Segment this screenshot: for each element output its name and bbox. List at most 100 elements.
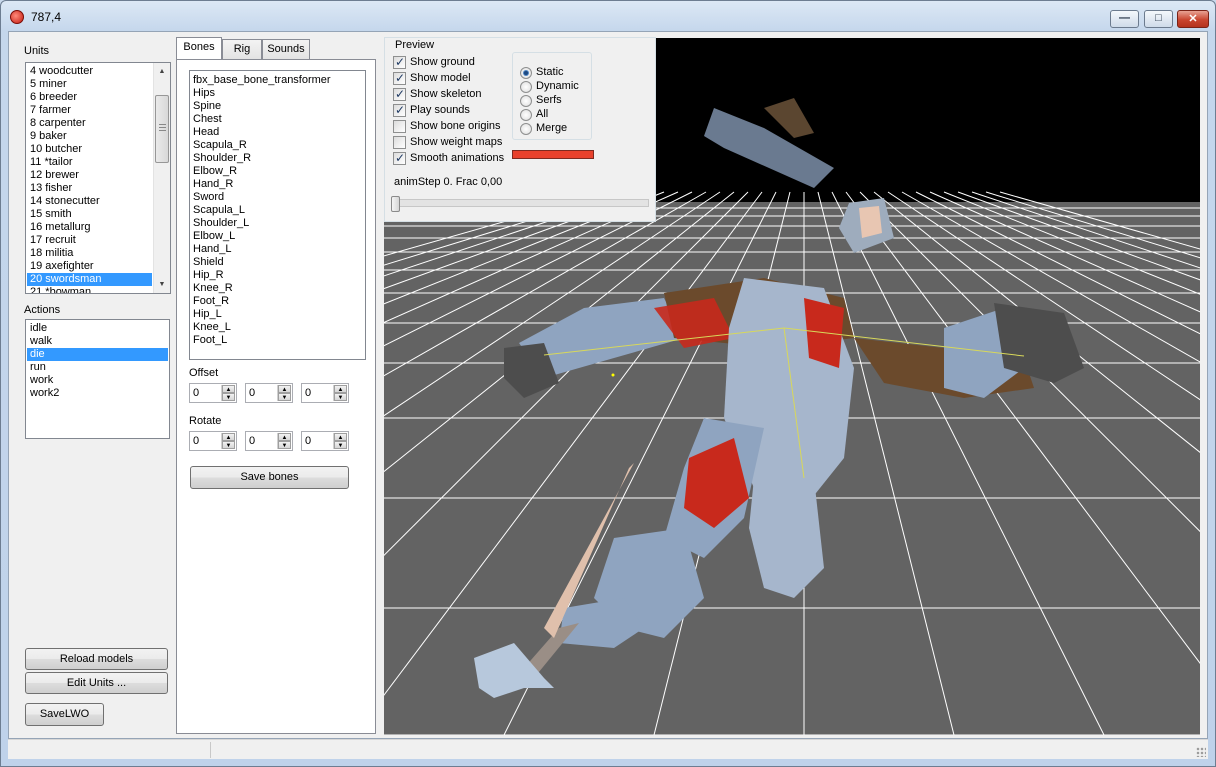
unit-list-item[interactable]: 21 *bowman bbox=[27, 286, 152, 293]
action-list-item[interactable]: walk bbox=[27, 335, 168, 348]
edit-units-button[interactable]: Edit Units ... bbox=[25, 672, 168, 694]
spin-up-icon[interactable]: ▲ bbox=[334, 385, 347, 393]
spin-down-icon[interactable]: ▼ bbox=[334, 441, 347, 449]
spin-down-icon[interactable]: ▼ bbox=[278, 393, 291, 401]
radio-icon[interactable] bbox=[520, 67, 532, 79]
team-color-swatch[interactable] bbox=[512, 150, 594, 159]
spin-up-icon[interactable]: ▲ bbox=[222, 385, 235, 393]
action-list-item[interactable]: idle bbox=[27, 322, 168, 335]
spin-down-icon[interactable]: ▼ bbox=[278, 441, 291, 449]
unit-list-item[interactable]: 6 breeder bbox=[27, 91, 152, 104]
action-list-item[interactable]: run bbox=[27, 361, 168, 374]
checkbox-icon[interactable] bbox=[393, 136, 406, 149]
scroll-down-icon[interactable]: ▼ bbox=[154, 276, 170, 293]
checkbox-label: Show ground bbox=[410, 56, 475, 68]
rotate-x-spinner[interactable]: 0 ▲ ▼ bbox=[189, 431, 237, 451]
save-bones-button[interactable]: Save bones bbox=[190, 466, 349, 489]
radio-icon[interactable] bbox=[520, 109, 532, 121]
radio-icon[interactable] bbox=[520, 95, 532, 107]
bone-list-item[interactable]: Elbow_L bbox=[190, 230, 364, 243]
bone-list-item[interactable]: Shoulder_L bbox=[190, 217, 364, 230]
unit-list-item[interactable]: 12 brewer bbox=[27, 169, 152, 182]
bone-list-item[interactable]: Foot_R bbox=[190, 295, 364, 308]
tab-rig[interactable]: Rig bbox=[222, 39, 262, 59]
checkbox-icon[interactable] bbox=[393, 71, 406, 85]
radio-label: Merge bbox=[536, 122, 568, 134]
bone-list-item[interactable]: Foot_L bbox=[190, 334, 364, 347]
scroll-up-icon[interactable]: ▲ bbox=[154, 63, 170, 80]
spin-up-icon[interactable]: ▲ bbox=[278, 433, 291, 441]
anim-step-slider[interactable] bbox=[391, 196, 649, 212]
bone-list-item[interactable]: Shoulder_R bbox=[190, 152, 364, 165]
offset-x-spinner[interactable]: 0 ▲ ▼ bbox=[189, 383, 237, 403]
action-list-item[interactable]: die bbox=[27, 348, 168, 361]
checkbox-icon[interactable] bbox=[393, 103, 406, 117]
bone-list-item[interactable]: Hip_L bbox=[190, 308, 364, 321]
checkbox-icon[interactable] bbox=[393, 151, 406, 165]
unit-list-item[interactable]: 13 fisher bbox=[27, 182, 152, 195]
actions-list[interactable]: idle walk die run work work2 bbox=[25, 319, 170, 439]
bone-list-item[interactable]: fbx_base_bone_transformer bbox=[190, 74, 364, 87]
bone-list-item[interactable]: Chest bbox=[190, 113, 364, 126]
unit-list-item[interactable]: 11 *tailor bbox=[27, 156, 152, 169]
scroll-thumb[interactable] bbox=[155, 95, 169, 163]
spin-down-icon[interactable]: ▼ bbox=[222, 441, 235, 449]
slider-thumb[interactable] bbox=[391, 196, 400, 212]
unit-list-item[interactable]: 20 swordsman bbox=[27, 273, 152, 286]
action-list-item[interactable]: work bbox=[27, 374, 168, 387]
action-list-item[interactable]: work2 bbox=[27, 387, 168, 400]
units-scrollbar[interactable]: ▲ ▼ bbox=[153, 63, 170, 293]
bone-list-item[interactable]: Hand_R bbox=[190, 178, 364, 191]
unit-list-item[interactable]: 10 butcher bbox=[27, 143, 152, 156]
rotate-y-spinner[interactable]: 0 ▲ ▼ bbox=[245, 431, 293, 451]
maximize-button[interactable]: □ bbox=[1144, 10, 1173, 28]
tab-sounds[interactable]: Sounds bbox=[262, 39, 310, 59]
unit-list-item[interactable]: 17 recruit bbox=[27, 234, 152, 247]
unit-list-item[interactable]: 15 smith bbox=[27, 208, 152, 221]
close-button[interactable]: ✕ bbox=[1177, 10, 1209, 28]
bone-list-item[interactable]: Scapula_R bbox=[190, 139, 364, 152]
spin-down-icon[interactable]: ▼ bbox=[334, 393, 347, 401]
unit-list-item[interactable]: 5 miner bbox=[27, 78, 152, 91]
bone-list-item[interactable]: Hand_L bbox=[190, 243, 364, 256]
bones-list[interactable]: fbx_base_bone_transformer Hips Spine Chest H… bbox=[189, 70, 366, 360]
actions-label: Actions bbox=[24, 304, 61, 316]
bone-list-item[interactable]: Knee_R bbox=[190, 282, 364, 295]
bone-list-item[interactable]: Head bbox=[190, 126, 364, 139]
unit-list-item[interactable]: 4 woodcutter bbox=[27, 65, 152, 78]
reload-models-button[interactable]: Reload models bbox=[25, 648, 168, 670]
unit-list-item[interactable]: 16 metallurg bbox=[27, 221, 152, 234]
spin-up-icon[interactable]: ▲ bbox=[222, 433, 235, 441]
checkbox-icon[interactable] bbox=[393, 87, 406, 101]
rotate-z-spinner[interactable]: 0 ▲ ▼ bbox=[301, 431, 349, 451]
save-lwo-button[interactable]: SaveLWO bbox=[25, 703, 104, 726]
minimize-button[interactable]: — bbox=[1110, 10, 1139, 28]
spin-down-icon[interactable]: ▼ bbox=[222, 393, 235, 401]
spin-up-icon[interactable]: ▲ bbox=[278, 385, 291, 393]
unit-list-item[interactable]: 9 baker bbox=[27, 130, 152, 143]
spin-up-icon[interactable]: ▲ bbox=[334, 433, 347, 441]
resize-grip-icon[interactable] bbox=[1196, 747, 1206, 757]
tab-bones[interactable]: Bones bbox=[176, 37, 222, 59]
radio-icon[interactable] bbox=[520, 123, 532, 135]
radio-icon[interactable] bbox=[520, 81, 532, 93]
unit-list-item[interactable]: 14 stonecutter bbox=[27, 195, 152, 208]
bone-list-item[interactable]: Spine bbox=[190, 100, 364, 113]
checkbox-icon[interactable] bbox=[393, 120, 406, 133]
checkbox-icon[interactable] bbox=[393, 55, 406, 69]
unit-list-item[interactable]: 8 carpenter bbox=[27, 117, 152, 130]
unit-list-item[interactable]: 18 militia bbox=[27, 247, 152, 260]
bone-list-item[interactable]: Elbow_R bbox=[190, 165, 364, 178]
unit-list-item[interactable]: 19 axefighter bbox=[27, 260, 152, 273]
bone-list-item[interactable]: Sword bbox=[190, 191, 364, 204]
window-title: 787,4 bbox=[31, 10, 62, 24]
bone-list-item[interactable]: Hips bbox=[190, 87, 364, 100]
offset-y-spinner[interactable]: 0 ▲ ▼ bbox=[245, 383, 293, 403]
units-list[interactable]: 4 woodcutter 5 miner 6 breeder 7 farmer 8 ca… bbox=[25, 62, 171, 294]
offset-z-spinner[interactable]: 0 ▲ ▼ bbox=[301, 383, 349, 403]
bone-list-item[interactable]: Scapula_L bbox=[190, 204, 364, 217]
bone-list-item[interactable]: Shield bbox=[190, 256, 364, 269]
bone-list-item[interactable]: Hip_R bbox=[190, 269, 364, 282]
unit-list-item[interactable]: 7 farmer bbox=[27, 104, 152, 117]
bone-list-item[interactable]: Knee_L bbox=[190, 321, 364, 334]
